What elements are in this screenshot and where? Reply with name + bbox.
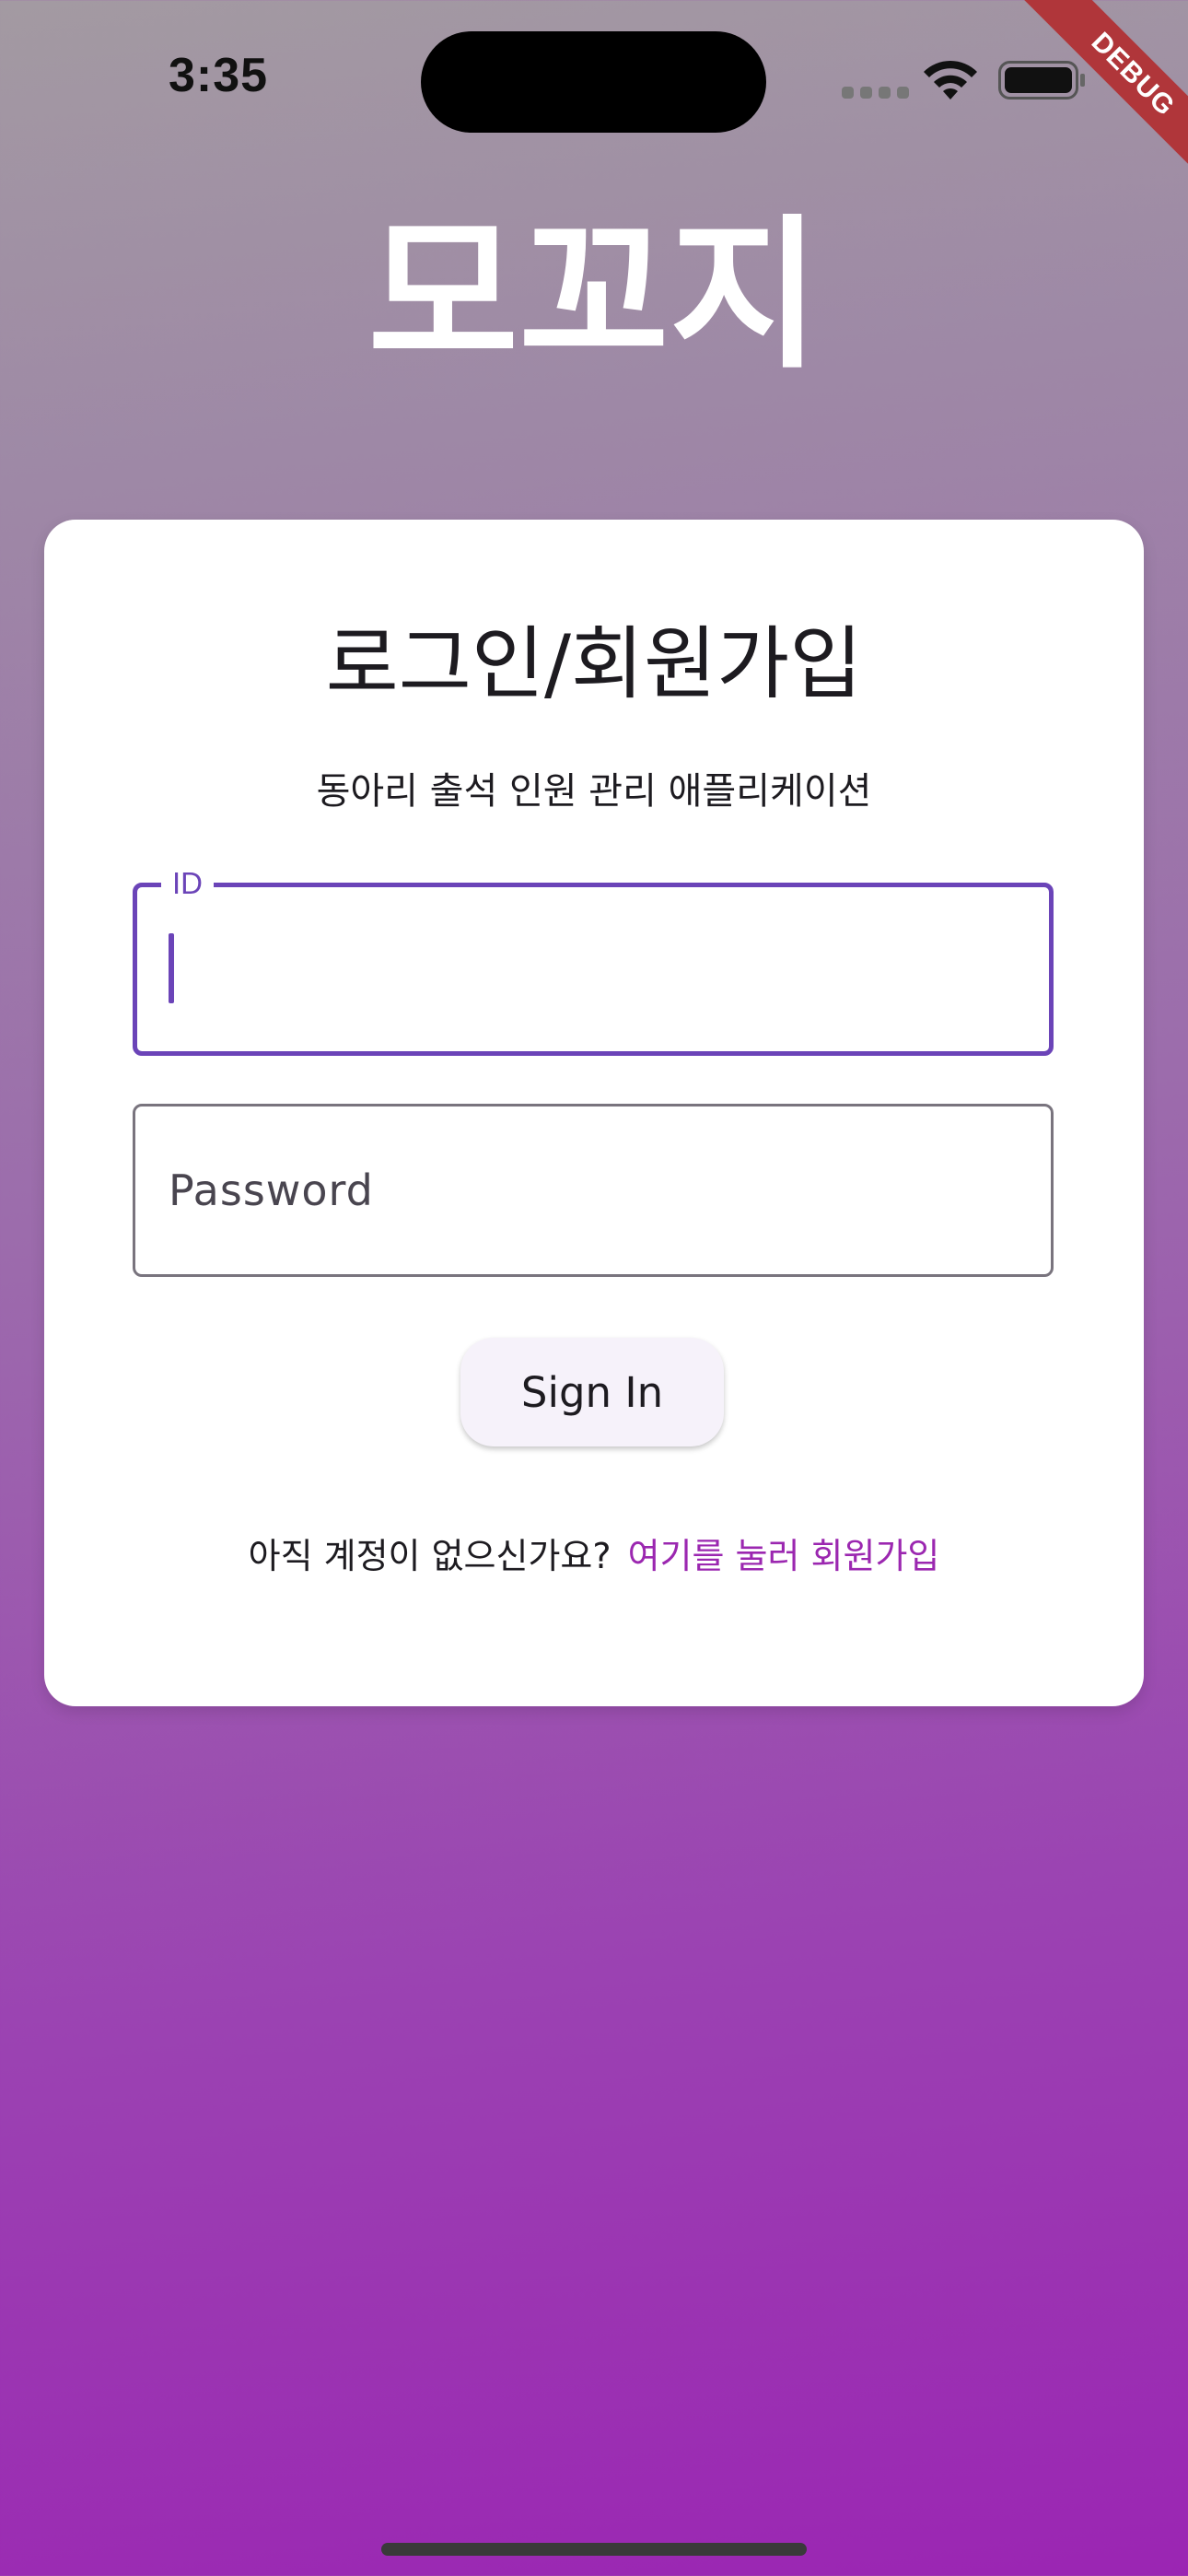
signup-prompt: 아직 계정이 없으신가요?	[248, 1536, 611, 1576]
sign-in-button[interactable]: Sign In	[460, 1338, 724, 1446]
signup-link[interactable]: 여기를 눌러 회원가입	[628, 1536, 940, 1576]
id-field[interactable]: ID	[133, 865, 1054, 1056]
password-field[interactable]: Password	[133, 1104, 1054, 1277]
login-subtitle: 동아리 출석 인원 관리 애플리케이션	[316, 770, 872, 813]
status-time: 3:35	[169, 49, 269, 102]
id-field-label: ID	[161, 865, 214, 902]
password-placeholder: Password	[169, 1165, 374, 1215]
wifi-icon	[924, 60, 977, 100]
text-cursor	[169, 933, 174, 1003]
home-indicator[interactable]	[381, 2543, 807, 2556]
signal-dots-icon	[842, 87, 909, 99]
app-title: 모꼬지	[367, 200, 821, 391]
signup-row: 아직 계정이 없으신가요? 여기를 눌러 회원가입	[44, 1533, 1144, 1579]
battery-icon	[998, 61, 1085, 100]
sign-in-button-label: Sign In	[520, 1367, 664, 1417]
debug-banner: DEBUG	[998, 0, 1188, 209]
login-title: 로그인/회원가입	[325, 618, 863, 710]
login-card: 로그인/회원가입 동아리 출석 인원 관리 애플리케이션 ID Password…	[44, 520, 1144, 1706]
dynamic-island	[421, 31, 766, 133]
